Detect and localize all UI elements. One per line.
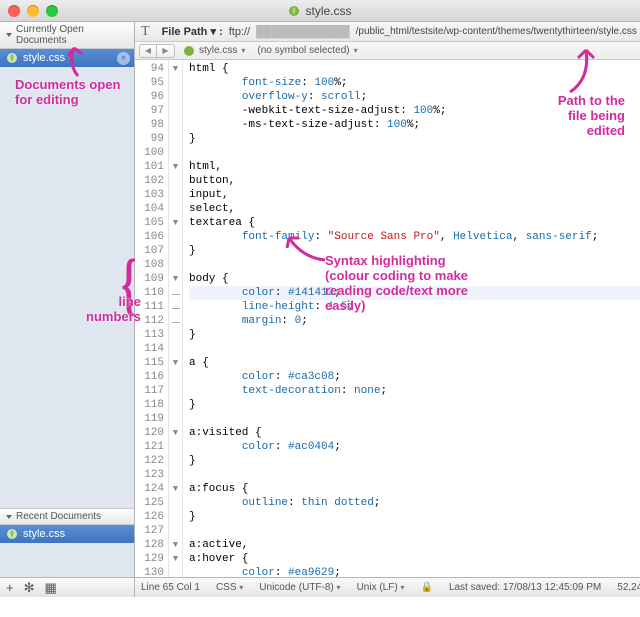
close-document-icon[interactable]: × xyxy=(117,52,130,65)
crumb-symbol[interactable]: (no symbol selected) ▾ xyxy=(253,45,361,56)
document-label: style.css xyxy=(23,528,65,540)
window-titlebar: style.css xyxy=(0,0,640,22)
document-icon xyxy=(6,528,18,540)
lock-icon[interactable]: 🔒 xyxy=(420,582,432,593)
code-editor[interactable]: 9495969798991001011021031041051061071081… xyxy=(135,60,640,577)
chevron-down-icon: ▾ xyxy=(354,46,358,55)
document-icon xyxy=(6,52,18,64)
document-label: style.css xyxy=(23,52,65,64)
path-hidden: ████████████ xyxy=(256,26,350,38)
sidebar-toolbar: + ✻ ▦ xyxy=(0,577,134,597)
status-bar: Line 65 Col 1 CSS ▾ Unicode (UTF-8) ▾ Un… xyxy=(135,577,640,597)
path-suffix: /public_html/testsite/wp-content/themes/… xyxy=(356,26,637,37)
recent-document-item[interactable]: style.css xyxy=(0,525,134,543)
zoom-icon[interactable] xyxy=(46,5,58,17)
add-button[interactable]: + xyxy=(6,580,14,595)
sidebar: Currently Open Documents style.css × Rec… xyxy=(0,22,135,597)
window-title: style.css xyxy=(305,4,351,18)
disclosure-icon xyxy=(6,33,12,37)
back-button[interactable]: ◀ xyxy=(139,44,157,58)
code-body[interactable]: html { font-size: 100%; overflow-y: scro… xyxy=(183,60,640,577)
file-path-bar: T File Path ▾ : ftp:// ████████████ /pub… xyxy=(135,22,640,42)
encoding-selector[interactable]: Unicode (UTF-8) ▾ xyxy=(259,582,340,593)
open-document-item[interactable]: style.css × xyxy=(0,49,134,67)
chevron-down-icon: ▾ xyxy=(241,46,245,55)
language-selector[interactable]: CSS ▾ xyxy=(216,582,243,593)
crumb-file[interactable]: style.css ▾ xyxy=(179,45,249,57)
grid-icon[interactable]: ▦ xyxy=(45,580,57,596)
minimize-icon[interactable] xyxy=(27,5,39,17)
cursor-position[interactable]: Line 65 Col 1 xyxy=(141,582,200,593)
open-documents-header[interactable]: Currently Open Documents xyxy=(0,22,134,49)
forward-button[interactable]: ▶ xyxy=(157,44,175,58)
line-number-gutter: 9495969798991001011021031041051061071081… xyxy=(135,60,169,577)
close-icon[interactable] xyxy=(8,5,20,17)
traffic-lights xyxy=(8,5,58,17)
document-icon xyxy=(288,5,300,17)
line-ending-selector[interactable]: Unix (LF) ▾ xyxy=(357,582,405,593)
path-prefix: ftp:// xyxy=(229,26,250,38)
file-stats: 52,247 / 6,637 / 0 xyxy=(617,582,640,593)
document-icon xyxy=(183,45,195,57)
fold-gutter[interactable]: ▼▼▼▼▼▼▼▼▼▼▼ xyxy=(169,60,183,577)
last-saved: Last saved: 17/08/13 12:45:09 PM xyxy=(449,582,601,593)
gear-icon[interactable]: ✻ xyxy=(24,580,35,596)
recent-documents-header[interactable]: Recent Documents xyxy=(0,508,134,525)
crumb-bar: ◀ ▶ style.css ▾ (no symbol selected) ▾ xyxy=(135,42,640,60)
text-mode-icon[interactable]: T xyxy=(141,24,150,40)
path-label[interactable]: File Path ▾ : xyxy=(162,25,223,38)
disclosure-icon xyxy=(6,515,12,519)
